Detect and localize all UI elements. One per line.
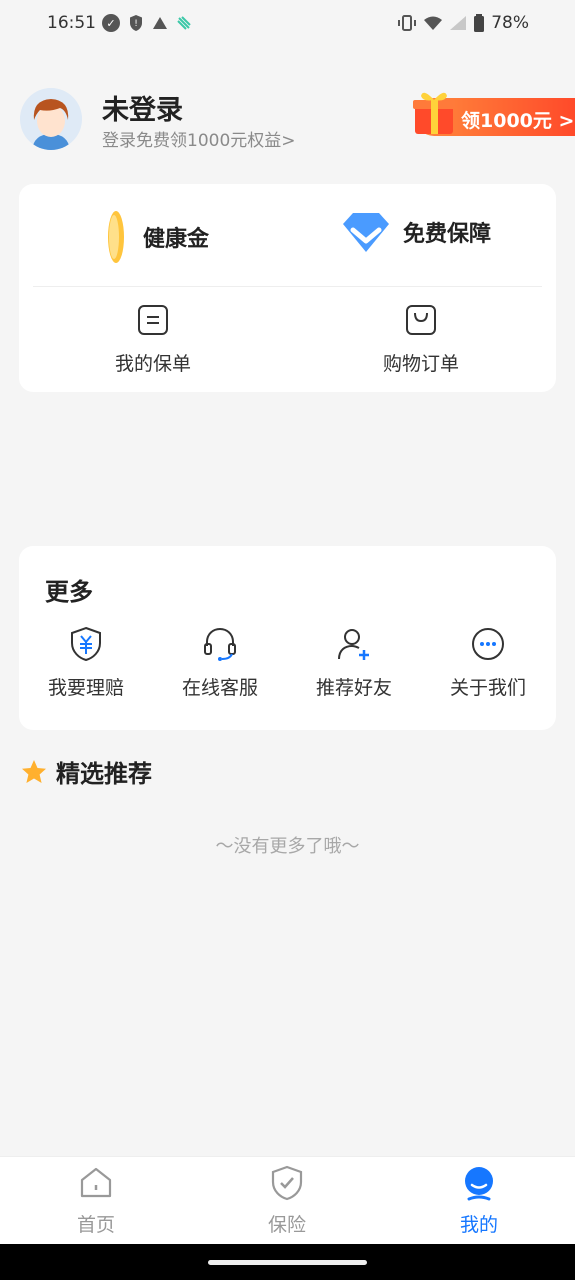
free-coverage-button[interactable]: 免费保障 xyxy=(341,210,491,254)
divider xyxy=(33,286,542,287)
claim-label: 我要理赔 xyxy=(47,677,124,699)
feature-row: 健康金 免费保障 xyxy=(19,184,556,286)
promo-banner[interactable]: 领1000元 > xyxy=(413,92,575,136)
headset-icon xyxy=(204,627,236,661)
health-gold-button[interactable]: 健康金 xyxy=(101,210,209,264)
add-user-icon xyxy=(338,629,369,660)
bottom-tab-bar: 首页 保险 我的 xyxy=(0,1156,575,1245)
about-us-label: 关于我们 xyxy=(449,677,526,699)
shield-yen-icon xyxy=(71,626,101,662)
vibrate-icon xyxy=(398,15,417,31)
warning-icon xyxy=(153,17,167,29)
policy-icon xyxy=(138,305,168,335)
tab-insurance[interactable]: 保险 xyxy=(227,1165,347,1237)
home-gesture-handle[interactable] xyxy=(208,1260,367,1265)
status-right-icons: 78% xyxy=(397,13,529,33)
system-nav-bar xyxy=(0,1244,575,1280)
customer-service-label: 在线客服 xyxy=(181,677,258,699)
svg-text:!: ! xyxy=(134,19,138,29)
shopping-orders-label: 购物订单 xyxy=(382,353,459,375)
status-bar: 16:51 ✓ ! 78% xyxy=(0,0,575,48)
wifi-icon xyxy=(424,16,443,30)
tab-home[interactable]: 首页 xyxy=(36,1165,156,1237)
tab-mine[interactable]: 我的 xyxy=(419,1165,539,1237)
battery-percent: 78% xyxy=(491,13,529,33)
gift-box-icon xyxy=(413,92,455,134)
app-notify-icon xyxy=(177,16,191,30)
refer-friend-label: 推荐好友 xyxy=(315,677,392,699)
assets-card: 健康金 免费保障 我的保单 购物订单 xyxy=(19,184,556,392)
recommend-header: 精选推荐 xyxy=(20,754,152,789)
more-dots-icon xyxy=(472,628,504,660)
profile-header[interactable]: 未登录 登录免费领1000元权益> 领1000元 > xyxy=(20,88,575,156)
promo-label: 领1000元 > xyxy=(461,110,575,132)
more-title: 更多 xyxy=(45,578,93,606)
profile-icon xyxy=(465,1167,493,1201)
shopping-bag-icon xyxy=(406,305,436,335)
free-coverage-label: 免费保障 xyxy=(403,222,492,247)
battery-icon xyxy=(474,14,485,32)
refer-friend-button[interactable]: 推荐好友 xyxy=(299,626,409,700)
no-more-text: 〜没有更多了哦〜 xyxy=(215,836,360,857)
claim-button[interactable]: 我要理赔 xyxy=(31,626,141,700)
tab-insurance-label: 保险 xyxy=(267,1214,306,1236)
signal-icon xyxy=(450,16,467,30)
more-card: 更多 我要理赔 在线客服 推荐好友 关于我们 xyxy=(19,546,556,730)
avatar[interactable] xyxy=(20,88,82,150)
status-time: 16:51 xyxy=(47,13,96,33)
star-icon xyxy=(22,759,46,783)
health-gold-label: 健康金 xyxy=(143,227,210,252)
gold-coin-icon xyxy=(108,211,124,263)
home-icon xyxy=(80,1167,112,1198)
about-us-button[interactable]: 关于我们 xyxy=(433,626,543,700)
recommend-title: 精选推荐 xyxy=(56,760,152,788)
login-benefit-link[interactable]: 登录免费领1000元权益> xyxy=(102,126,296,151)
avatar-icon xyxy=(20,88,82,150)
shopping-orders-button[interactable]: 购物订单 xyxy=(351,304,491,376)
tab-home-label: 首页 xyxy=(76,1214,115,1236)
shield-check-icon xyxy=(271,1165,303,1201)
my-policy-button[interactable]: 我的保单 xyxy=(83,304,223,376)
user-name[interactable]: 未登录 xyxy=(102,88,183,127)
check-circle-icon: ✓ xyxy=(102,14,120,32)
customer-service-button[interactable]: 在线客服 xyxy=(165,626,275,700)
tab-mine-label: 我的 xyxy=(459,1214,498,1236)
my-policy-label: 我的保单 xyxy=(114,353,191,375)
diamond-icon xyxy=(343,213,389,252)
status-left-icons: ✓ ! xyxy=(102,14,192,32)
shield-icon: ! xyxy=(130,15,142,31)
